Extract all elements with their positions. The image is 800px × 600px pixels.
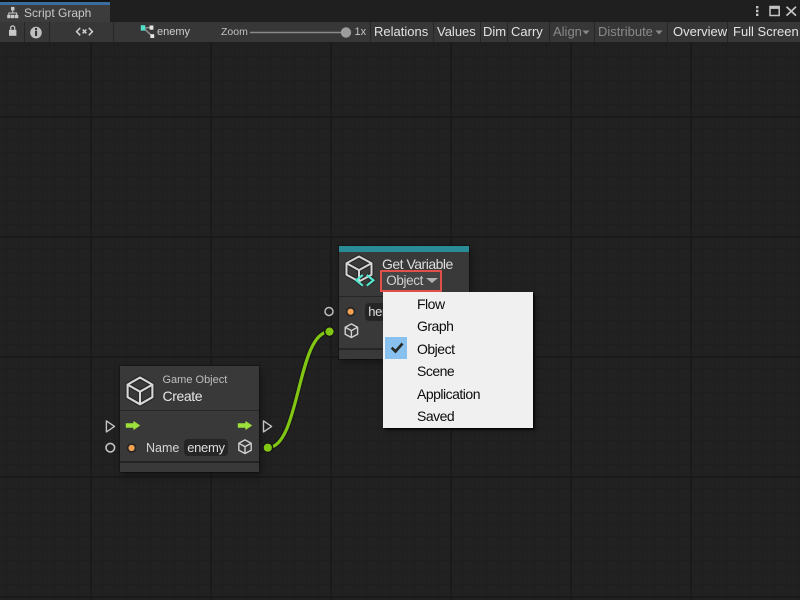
svg-text:Script Graph: Script Graph bbox=[24, 6, 91, 20]
